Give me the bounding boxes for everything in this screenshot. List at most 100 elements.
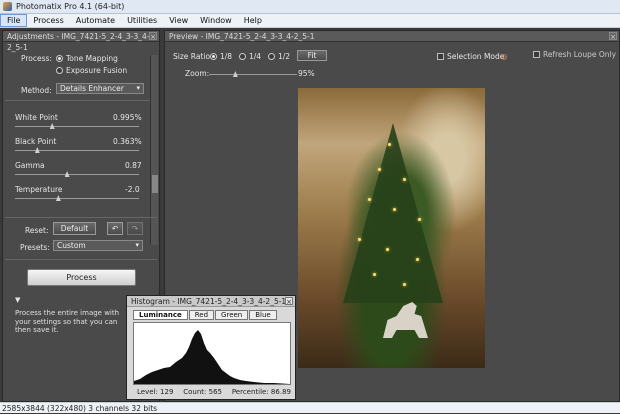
tree-light [373,273,376,276]
selection-mode-checkbox[interactable] [437,53,444,60]
exposure-fusion-radio[interactable] [56,67,63,74]
tab-blue[interactable]: Blue [249,310,277,320]
preview-image[interactable] [298,88,485,368]
histogram-header[interactable]: Histogram - IMG_7421-5_2-4_3-3_4-2_5-1 × [127,296,295,307]
ratio-1-2-radio[interactable] [268,53,275,60]
divider [5,259,157,260]
menu-file[interactable]: File [0,14,28,27]
white-point-slider[interactable] [15,126,139,127]
tab-green[interactable]: Green [215,310,249,320]
divider [5,100,150,101]
undo-button[interactable]: ↶ [107,222,123,235]
tree-light [403,283,406,286]
tree-light [358,238,361,241]
white-point-value: 0.995% [113,113,142,122]
method-label: Method: [21,86,52,95]
chevron-down-icon: ▾ [135,241,139,249]
menu-help[interactable]: Help [238,14,268,27]
refresh-loupe-checkbox[interactable] [533,51,540,58]
selection-mode-label: Selection Mode [447,52,505,61]
redo-button[interactable]: ↷ [127,222,143,235]
menu-view[interactable]: View [163,14,194,27]
menu-window[interactable]: Window [194,14,238,27]
process-label: Process: [21,54,52,63]
temperature-value: -2.0 [125,185,140,194]
histogram-percentile: Percentile: 86.89 [231,388,291,396]
tab-luminance[interactable]: Luminance [133,310,188,320]
fit-button[interactable]: Fit [297,50,327,61]
menu-process[interactable]: Process [27,14,69,27]
status-bar: 2585x3844 (322x480) 3 channels 32 bits [0,402,620,413]
method-select[interactable]: Details Enhancer ▾ [56,83,144,94]
rocking-horse-shape [383,302,428,338]
menu-bar: File Process Automate Utilities View Win… [0,14,620,28]
ratio-1-8-radio[interactable] [210,53,217,60]
title-bar: Photomatix Pro 4.1 (64-bit) [0,0,620,14]
ratio-1-2-label: 1/2 [278,52,291,61]
histogram-window: Histogram - IMG_7421-5_2-4_3-3_4-2_5-1 ×… [126,295,296,400]
redo-icon: ↷ [131,224,139,233]
presets-label: Presets: [20,243,50,252]
black-point-value: 0.363% [113,137,142,146]
tree-light [378,168,381,171]
size-ratio-label: Size Ratio: [173,52,213,61]
process-description: Process the entire image with your setti… [15,309,120,334]
presets-value: Custom [57,241,86,250]
tone-mapping-radio[interactable] [56,55,63,62]
ratio-1-8-label: 1/8 [220,52,233,61]
zoom-slider[interactable] [209,74,297,75]
close-icon[interactable]: × [609,32,617,41]
menu-utilities[interactable]: Utilities [121,14,163,27]
histogram-plot[interactable] [133,322,291,385]
scrollbar-thumb[interactable] [152,175,158,193]
zoom-value: 95% [298,69,315,78]
ratio-1-4-label: 1/4 [249,52,262,61]
tone-mapping-label: Tone Mapping [66,54,118,63]
exposure-fusion-label: Exposure Fusion [66,66,128,75]
gamma-label: Gamma [15,161,45,170]
histogram-title: Histogram - IMG_7421-5_2-4_3-3_4-2_5-1 [131,297,287,306]
divider [5,217,157,218]
histogram-tabs: Luminance Red Green Blue [133,310,277,320]
tree-light [388,143,391,146]
presets-select[interactable]: Custom ▾ [53,240,143,251]
tree-light [403,178,406,181]
adjustments-header: Adjustments - IMG_7421-5_2-4_3-3_4-2_5-1… [3,31,159,52]
preview-header: Preview - IMG_7421-5_2-4_3-3_4-2_5-1 × [165,31,619,42]
white-point-label: White Point [15,113,58,122]
histogram-level: Level: 129 [137,388,174,396]
method-value: Details Enhancer [60,84,124,93]
temperature-slider[interactable] [15,198,139,199]
histogram-stats: Level: 129 Count: 565 Percentile: 86.89 [137,388,291,396]
christmas-tree-shape [343,123,443,303]
tree-light [393,208,396,211]
temperature-label: Temperature [15,185,63,194]
zoom-label: Zoom: [185,69,210,78]
close-icon[interactable]: × [285,297,293,306]
collapse-triangle-icon[interactable]: ▼ [15,296,20,304]
black-point-label: Black Point [15,137,57,146]
gamma-slider[interactable] [15,174,139,175]
histogram-graph [134,330,290,384]
ratio-1-4-radio[interactable] [239,53,246,60]
tree-light [418,218,421,221]
menu-automate[interactable]: Automate [70,14,121,27]
refresh-loupe-label: Refresh Loupe Only [543,50,617,59]
histogram-count: Count: 565 [183,388,222,396]
help-icon[interactable]: ◎ [501,52,508,61]
reset-label: Reset: [25,226,49,235]
default-button[interactable]: Default [53,222,96,235]
tree-light [416,258,419,261]
process-button[interactable]: Process [27,269,136,286]
photomatix-app-icon [3,2,12,11]
gamma-value: 0.87 [125,161,142,170]
chevron-down-icon: ▾ [136,84,140,92]
tree-light [368,198,371,201]
undo-icon: ↶ [111,224,119,233]
close-icon[interactable]: × [149,32,157,41]
adjustments-title: Adjustments - IMG_7421-5_2-4_3-3_4-2_5-1 [7,32,150,52]
window-title: Photomatix Pro 4.1 (64-bit) [16,2,125,11]
black-point-slider[interactable] [15,150,139,151]
preview-title: Preview - IMG_7421-5_2-4_3-3_4-2_5-1 [169,32,315,41]
tab-red[interactable]: Red [188,310,215,320]
